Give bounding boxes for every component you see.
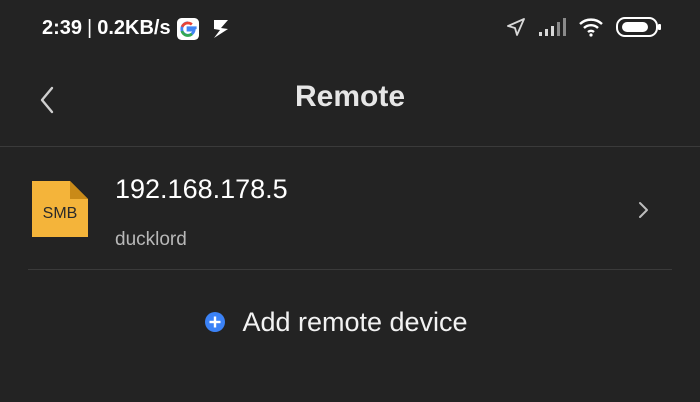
file-manager-remote-screen: 2:39 | 0.2KB/s Remote SMB 192.168.178.5 … [0,0,700,402]
google-icon [176,17,199,40]
device-name: 192.168.178.5 [115,174,288,204]
chevron-right-icon [639,202,648,218]
status-bar: 2:39 | 0.2KB/s [0,0,700,58]
location-icon [507,18,525,36]
title-bar: Remote [0,58,700,146]
plus-circle-icon [205,312,226,332]
battery-icon [616,17,661,37]
status-network-speed: 0.2KB/s [97,17,171,39]
add-remote-device-button[interactable]: Add remote device [0,300,700,344]
page-title: Remote [294,80,406,113]
row-divider [28,269,672,270]
wifi-icon [579,18,603,37]
smb-badge-label: SMB [43,205,78,222]
signal-icon [539,18,566,36]
remote-device-row[interactable]: SMB 192.168.178.5 ducklord [0,147,700,269]
s-app-icon [213,19,228,38]
status-bar-left: 2:39 | 0.2KB/s [42,17,231,40]
device-user: ducklord [115,229,187,250]
status-bar-right [506,16,662,38]
add-remote-device-label: Add remote device [242,306,468,337]
status-separator: | [87,17,93,39]
status-time: 2:39 [42,17,83,39]
smb-folder-icon: SMB [28,177,92,241]
